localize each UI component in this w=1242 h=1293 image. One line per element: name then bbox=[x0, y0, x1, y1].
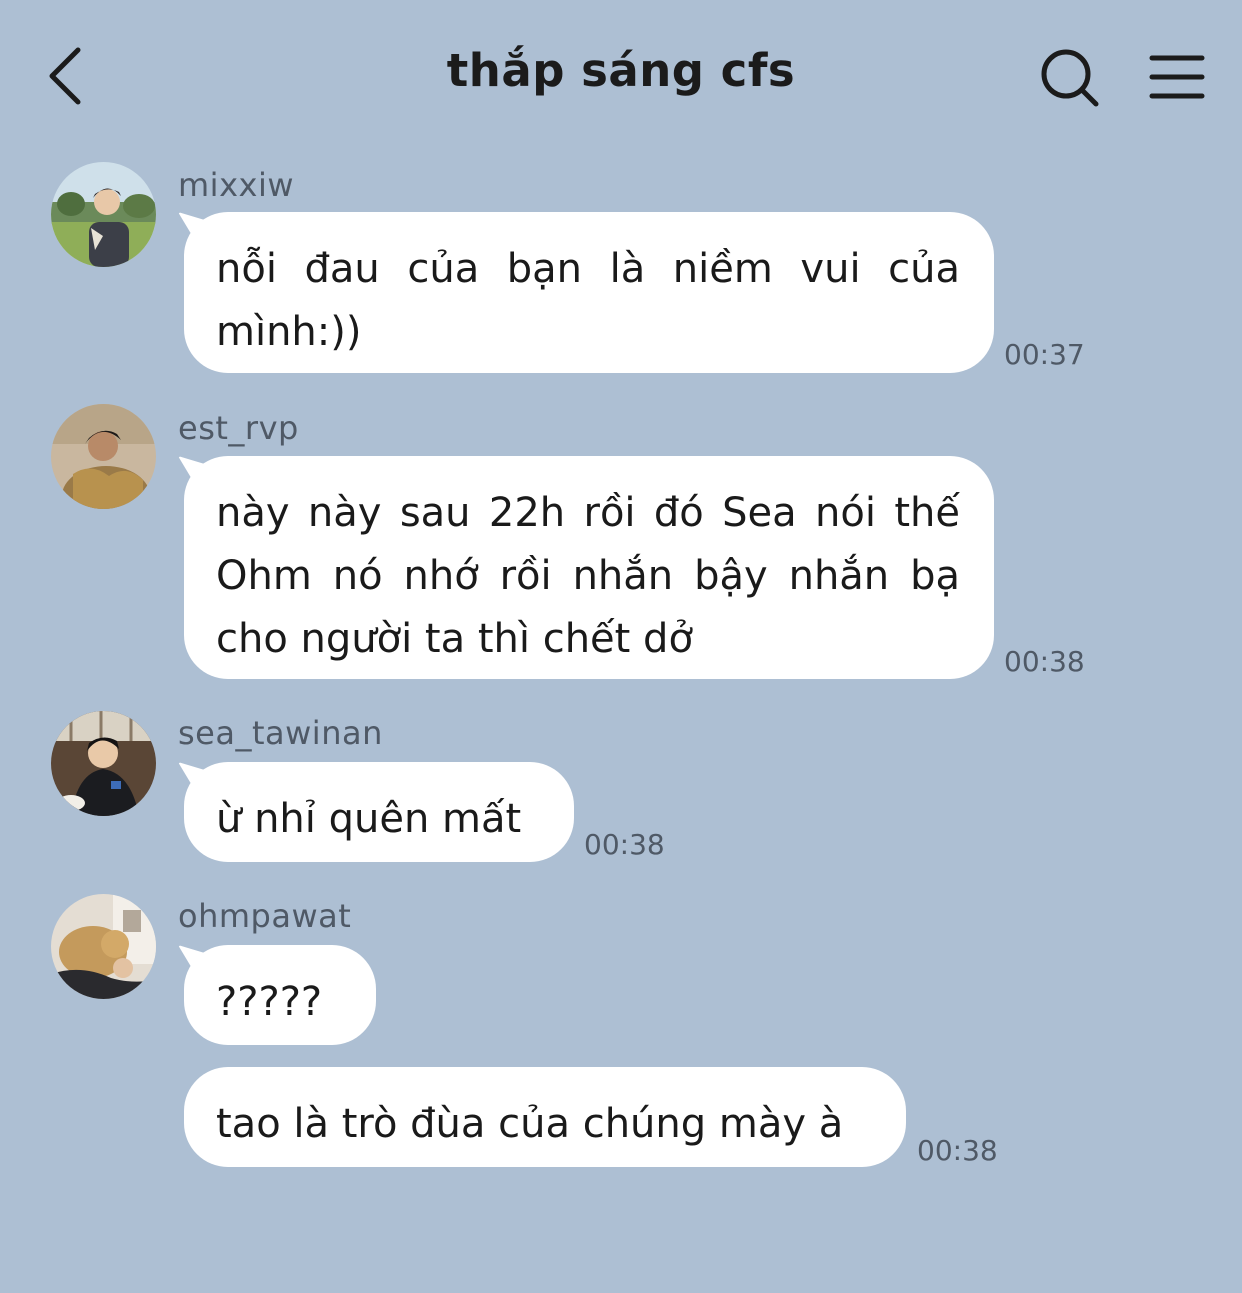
chat-header: thắp sáng cfs bbox=[0, 0, 1242, 150]
message-text: này này sau 22h rồi đó Sea nói thế bbox=[216, 490, 960, 536]
username-ohmpawat: ohmpawat bbox=[178, 897, 352, 935]
avatar-ohmpawat[interactable] bbox=[51, 894, 156, 999]
message-text: nỗi đau của bạn là niềm vui của bbox=[216, 246, 960, 292]
message-time: 00:38 bbox=[1004, 645, 1085, 678]
message-bubble[interactable]: ????? bbox=[184, 945, 376, 1045]
username-sea-tawinan: sea_tawinan bbox=[178, 714, 383, 752]
menu-icon bbox=[1149, 55, 1205, 99]
message-bubble[interactable]: tao là trò đùa của chúng mày à bbox=[184, 1067, 906, 1167]
message-text: ????? bbox=[216, 979, 323, 1025]
message-text: cho người ta thì chết dở bbox=[216, 616, 693, 662]
search-icon bbox=[1041, 49, 1099, 107]
message-text: mình:)) bbox=[216, 309, 362, 355]
message-bubble[interactable]: này này sau 22h rồi đó Sea nói thế Ohm n… bbox=[184, 456, 994, 679]
avatar-mixxiw[interactable] bbox=[51, 162, 156, 267]
message-text: tao là trò đùa của chúng mày à bbox=[216, 1101, 844, 1147]
username-mixxiw: mixxiw bbox=[178, 166, 294, 204]
username-est-rvp: est_rvp bbox=[178, 409, 299, 447]
message-bubble[interactable]: nỗi đau của bạn là niềm vui của mình:)) bbox=[184, 212, 994, 373]
message-bubble[interactable]: ừ nhỉ quên mất bbox=[184, 762, 574, 862]
menu-button[interactable] bbox=[1142, 46, 1212, 110]
message-text: Ohm nó nhớ rồi nhắn bậy nhắn bạ bbox=[216, 553, 960, 599]
message-time: 00:37 bbox=[1004, 338, 1085, 371]
message-time: 00:38 bbox=[917, 1134, 998, 1167]
message-time: 00:38 bbox=[584, 828, 665, 861]
search-button[interactable] bbox=[1032, 42, 1108, 112]
avatar-sea-tawinan[interactable] bbox=[51, 711, 156, 816]
avatar-est-rvp[interactable] bbox=[51, 404, 156, 509]
message-text: ừ nhỉ quên mất bbox=[216, 796, 522, 842]
